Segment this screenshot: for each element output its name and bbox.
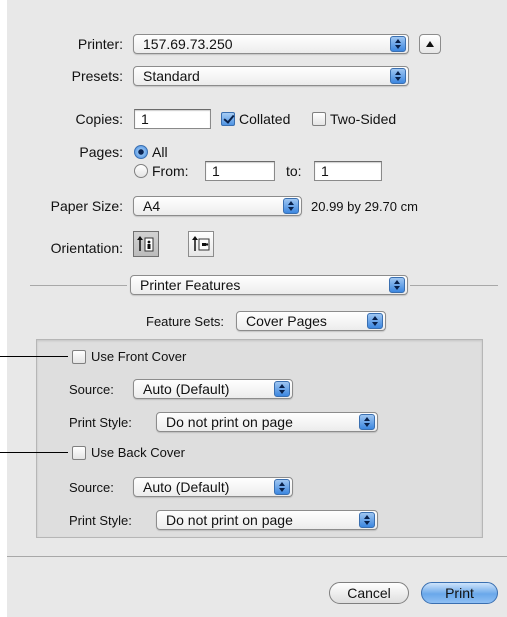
front-source-value: Auto (Default) [143,381,230,397]
back-print-style-popup[interactable]: Do not print on page [156,510,378,530]
popup-arrows-icon [359,512,375,528]
paper-dimensions: 20.99 by 29.70 cm [311,199,418,214]
printer-value: 157.69.73.250 [143,36,233,52]
front-print-style-label: Print Style: [69,415,132,430]
cover-pages-panel [36,339,483,538]
copies-field[interactable]: 1 [134,109,211,129]
pages-label: Pages: [79,144,123,160]
front-print-style-value: Do not print on page [166,414,293,430]
divider-left [30,285,127,286]
collated-checkbox[interactable] [221,112,235,126]
use-front-cover-checkbox[interactable] [72,350,86,364]
landscape-icon [192,236,210,251]
orientation-label: Orientation: [50,240,123,256]
pages-from-radio[interactable] [134,164,148,178]
paper-size-label: Paper Size: [50,198,123,214]
divider-right [410,285,498,286]
feature-sets-label: Feature Sets: [146,314,225,329]
printer-label: Printer: [77,36,123,52]
popup-arrows-icon [367,313,383,329]
back-print-style-value: Do not print on page [166,512,293,528]
collapse-details-button[interactable] [419,34,441,54]
presets-value: Standard [143,68,200,84]
orientation-landscape-button[interactable] [188,231,214,257]
back-print-style-label: Print Style: [69,513,132,528]
panel-popup-value: Printer Features [140,277,241,293]
feature-sets-popup[interactable]: Cover Pages [236,311,386,331]
popup-arrows-icon [359,414,375,430]
popup-arrows-icon [390,68,406,84]
back-source-label: Source: [69,480,114,495]
pages-to-label: to: [286,163,302,179]
paper-size-popup[interactable]: A4 [133,196,302,216]
print-button[interactable]: Print [421,582,498,604]
copies-value: 1 [141,111,149,127]
printer-popup[interactable]: 157.69.73.250 [133,34,409,54]
callout-line-back [0,452,68,453]
cancel-button[interactable]: Cancel [329,582,409,604]
popup-arrows-icon [283,198,299,214]
popup-arrows-icon [274,381,290,397]
paper-size-value: A4 [143,198,161,214]
front-print-style-popup[interactable]: Do not print on page [156,412,378,432]
pages-all-radio[interactable] [134,145,148,159]
front-source-popup[interactable]: Auto (Default) [133,379,293,399]
copies-label: Copies: [75,111,123,127]
feature-sets-value: Cover Pages [246,313,327,329]
pages-from-label: From: [152,163,189,179]
front-source-label: Source: [69,382,114,397]
portrait-icon [137,236,154,252]
presets-label: Presets: [71,68,123,84]
back-source-popup[interactable]: Auto (Default) [133,477,293,497]
callout-line-front [0,356,68,357]
presets-popup[interactable]: Standard [133,66,409,86]
popup-arrows-icon [390,36,406,52]
footer-divider [7,556,507,557]
orientation-portrait-button[interactable] [133,231,159,257]
popup-arrows-icon [389,277,405,293]
use-front-cover-label: Use Front Cover [91,349,187,364]
pages-from-value: 1 [212,163,220,179]
back-source-value: Auto (Default) [143,479,230,495]
collated-label: Collated [239,111,291,127]
two-sided-checkbox[interactable] [312,112,326,126]
pages-to-value: 1 [321,163,329,179]
use-back-cover-checkbox[interactable] [72,446,86,460]
popup-arrows-icon [274,479,290,495]
two-sided-label: Two-Sided [330,111,397,127]
pages-to-field[interactable]: 1 [314,161,382,181]
pages-from-field[interactable]: 1 [205,161,275,181]
pages-all-label: All [152,144,168,160]
use-back-cover-label: Use Back Cover [91,445,185,460]
panel-popup[interactable]: Printer Features [130,275,408,295]
